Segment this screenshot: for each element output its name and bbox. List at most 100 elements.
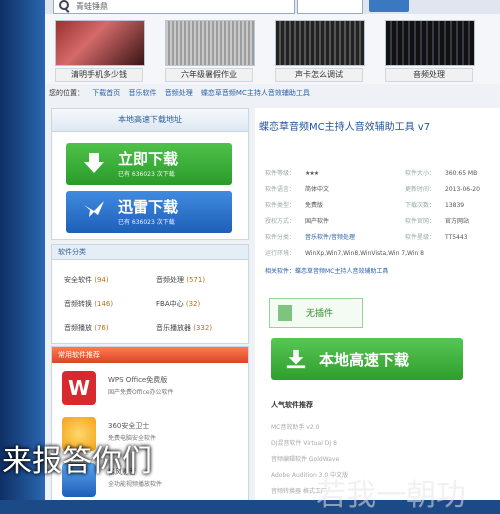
category-count: (146) — [94, 300, 114, 308]
download-arrow-icon — [84, 153, 104, 173]
info-row: 软件分类： 音乐软件/音频处理 — [265, 232, 355, 241]
info-value: TT5443 — [445, 234, 468, 241]
info-key: 软件星级： — [405, 234, 436, 241]
software-detail: 蝶恋草音频MC主持人音效辅助工具 v7 软件等级： ★★★ 软件语言： 简体中文 软… — [255, 108, 500, 500]
download-panel: 本地高速下载地址 立即下载 已有 636023 次下载 迅雷下载 已有 6360… — [51, 108, 249, 240]
thumb-item[interactable]: 清明手机多少钱 — [55, 20, 145, 82]
hot-software-item[interactable]: DJ混音软件 Virtual DJ 8 — [271, 438, 337, 447]
category-item[interactable]: 音乐播放器 (332) — [156, 323, 212, 333]
info-value: 2013-06-20 — [445, 186, 480, 193]
info-value: 国产软件 — [305, 218, 330, 225]
info-row: 软件大小： 360.65 MB — [405, 168, 477, 177]
info-row: 运行环境： WinXp,Win7,Win8,WinVista,Win 7,Win … — [265, 248, 424, 257]
thumb-item[interactable]: 音频处理 — [385, 20, 475, 82]
recommend-desc: 国产免费Office办公软件 — [108, 389, 174, 396]
software-title: 蝶恋草音频MC主持人音效辅助工具 v7 — [259, 122, 431, 133]
category-name[interactable]: FBA中心 — [156, 300, 184, 308]
thumb-caption[interactable]: 六年级暑假作业 — [165, 68, 253, 82]
info-value: WinXp,Win7,Win8,WinVista,Win 7,Win 8 — [305, 250, 424, 257]
info-value: 360.65 MB — [445, 170, 478, 177]
category-name[interactable]: 安全软件 — [64, 276, 92, 284]
info-row: 软件星级： TT5443 — [405, 232, 468, 241]
category-item[interactable]: 音频转换 (146) — [64, 299, 113, 309]
category-title: 软件分类 — [52, 245, 248, 260]
thumb-item[interactable]: 声卡怎么调试 — [275, 20, 365, 82]
info-key: 授权方式： — [265, 218, 296, 225]
recommend-desc: 全功能视频播放软件 — [108, 481, 163, 488]
video-subtitle-right: 若我一朝功 — [316, 478, 466, 513]
recommend-item[interactable]: W WPS Office免费版 国产免费Office办公软件 — [62, 371, 242, 407]
thumb-caption[interactable]: 声卡怎么调试 — [275, 68, 363, 82]
search-icon — [58, 0, 70, 12]
hot-software-item[interactable]: 音频编辑软件 GoldWave — [271, 454, 339, 463]
thumb-image[interactable] — [385, 20, 475, 66]
recommend-name[interactable]: WPS Office免费版 — [108, 375, 167, 385]
related-link[interactable]: 相关软件：蝶恋草音频MC主持人音效辅助工具 — [265, 266, 388, 275]
breadcrumb-link[interactable]: 下载首页 — [92, 89, 120, 97]
category-count: (332) — [193, 324, 213, 332]
download-now-button[interactable]: 立即下载 已有 636023 次下载 — [66, 143, 232, 185]
info-row: 软件语言： 简体中文 — [265, 184, 329, 193]
breadcrumb-link[interactable]: 音频处理 — [165, 89, 193, 97]
info-key: 更新时间： — [405, 186, 436, 193]
plugin-icon — [278, 305, 292, 321]
rating-stars: ★★★ — [305, 170, 319, 177]
info-key: 软件类型： — [265, 202, 296, 209]
thumb-image[interactable] — [165, 20, 255, 66]
category-count: (571) — [186, 276, 206, 284]
breadcrumb-current: 蝶恋草音频MC主持人音效辅助工具 — [200, 89, 310, 97]
thumb-caption[interactable]: 清明手机多少钱 — [55, 68, 143, 82]
info-value: 免费版 — [305, 202, 324, 209]
category-name[interactable]: 音频播放 — [64, 324, 92, 332]
category-name[interactable]: 音频转换 — [64, 300, 92, 308]
download-icon — [286, 349, 306, 369]
category-count: (94) — [94, 276, 109, 284]
info-key: 软件语言： — [265, 186, 296, 193]
no-plugin-badge[interactable]: 无插件 — [269, 298, 363, 328]
category-name[interactable]: 音乐播放器 — [156, 324, 191, 332]
thumbnail-strip: 清明手机多少钱 六年级暑假作业 声卡怎么调试 音频处理 — [45, 14, 500, 84]
search-input[interactable] — [74, 0, 278, 12]
info-key: 软件分类： — [265, 234, 296, 241]
thumb-caption[interactable]: 音频处理 — [385, 68, 473, 82]
search-box[interactable] — [53, 0, 295, 14]
info-value[interactable]: 官方网站 — [445, 218, 469, 225]
recommend-title: 常用软件推荐 — [52, 347, 248, 363]
thumb-image[interactable] — [275, 20, 365, 66]
local-download-label: 本地高速下载 — [319, 351, 410, 369]
category-item[interactable]: 音频播放 (76) — [64, 323, 109, 333]
download-panel-title: 本地高速下载地址 — [52, 109, 248, 132]
download-now-count: 已有 636023 次下载 — [118, 171, 175, 178]
thunder-download-count: 已有 636023 次下载 — [118, 219, 175, 226]
thunder-bird-icon — [84, 201, 104, 217]
recommend-name[interactable]: 360安全卫士 — [108, 421, 149, 431]
info-value[interactable]: 音乐软件/音频处理 — [305, 234, 355, 241]
no-plugin-label: 无插件 — [306, 309, 334, 319]
breadcrumb-link[interactable]: 音乐软件 — [128, 89, 156, 97]
thunder-download-label: 迅雷下载 — [118, 198, 179, 216]
info-row: 更新时间： 2013-06-20 — [405, 184, 480, 193]
wps-icon[interactable]: W — [62, 371, 96, 405]
category-item[interactable]: 安全软件 (94) — [64, 275, 109, 285]
info-key: 软件等级： — [265, 170, 296, 177]
local-download-button[interactable]: 本地高速下载 — [271, 338, 463, 380]
category-item[interactable]: 音频处理 (571) — [156, 275, 205, 285]
thumb-image[interactable] — [55, 20, 145, 66]
info-key: 运行环境： — [265, 250, 296, 257]
category-item[interactable]: FBA中心 (32) — [156, 299, 200, 309]
info-row: 软件等级： ★★★ — [265, 168, 319, 177]
info-key: 下载次数： — [405, 202, 436, 209]
search-button[interactable] — [369, 0, 409, 12]
info-row: 软件类型： 免费版 — [265, 200, 323, 209]
download-now-label: 立即下载 — [118, 150, 179, 168]
search-category-select[interactable] — [297, 0, 363, 14]
hot-software-title: 人气软件推荐 — [271, 401, 313, 409]
category-count: (32) — [185, 300, 201, 308]
info-row: 软件官网： 官方网站 — [405, 216, 469, 225]
category-name[interactable]: 音频处理 — [156, 276, 184, 284]
thunder-download-button[interactable]: 迅雷下载 已有 636023 次下载 — [66, 191, 232, 233]
thumb-item[interactable]: 六年级暑假作业 — [165, 20, 255, 82]
category-panel: 软件分类 安全软件 (94) 音频处理 (571) 音频转换 (146) FBA… — [51, 244, 249, 344]
info-value: 简体中文 — [305, 186, 330, 193]
hot-software-item[interactable]: MC音效助手 v2.0 — [271, 422, 319, 431]
